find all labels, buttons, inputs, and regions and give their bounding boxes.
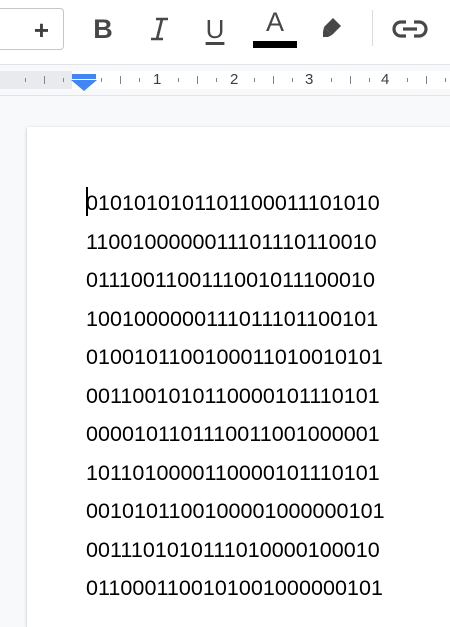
text-line: 0100101100100011010010101 (86, 345, 383, 369)
ruler-tick (445, 78, 447, 82)
text-line: 1001000000111011101100101 (86, 306, 379, 331)
ruler-margin (0, 71, 72, 89)
italic-icon (151, 17, 168, 41)
text-line: 0010101100100001000000101 (86, 499, 385, 523)
ruler-tick (349, 76, 351, 84)
ruler-number: 2 (230, 71, 239, 88)
first-line-indent-marker[interactable] (72, 74, 96, 79)
ruler-tick (426, 76, 428, 84)
plus-icon: + (33, 15, 49, 45)
left-indent-marker[interactable] (71, 80, 97, 91)
highlight-color-button[interactable] (312, 8, 352, 50)
ruler-tick (273, 76, 275, 84)
insert-link-button[interactable] (388, 8, 432, 50)
text-line: 0000101101110011001000001 (86, 422, 380, 446)
text-line: 0011101010111010000100010 (86, 537, 380, 562)
text-line: 0111001100111001011100010 (86, 268, 376, 292)
ruler-tick (196, 76, 198, 84)
increase-font-size-button[interactable]: + (0, 8, 64, 50)
ruler-tick (62, 78, 64, 82)
ruler-tick (407, 78, 409, 82)
underline-button[interactable]: U (196, 8, 234, 50)
ruler-tick (254, 78, 256, 82)
ruler-tick (101, 78, 103, 82)
link-icon (392, 20, 428, 38)
text-cursor (86, 187, 88, 216)
text-color-icon: A (265, 6, 284, 37)
bold-button[interactable]: B (84, 8, 122, 50)
horizontal-ruler[interactable]: 1 2 3 4 (0, 65, 450, 96)
ruler-number: 3 (305, 71, 314, 88)
italic-button[interactable] (140, 8, 178, 50)
ruler-number: 4 (381, 71, 390, 88)
text-line: 0011001010110000101110101 (86, 383, 380, 408)
text-color-button[interactable]: A (250, 8, 300, 50)
ruler-tick (139, 78, 141, 82)
text-line: 1011010000110000101110101 (86, 460, 380, 485)
highlight-icon (323, 18, 341, 37)
ruler-content-area (72, 71, 450, 89)
ruler-tick (43, 76, 45, 84)
text-line: 0101010101101100011101010 (86, 191, 380, 215)
text-line: 0110001100101001000000101 (86, 576, 383, 600)
ruler-tick (24, 78, 26, 82)
ruler-number: 1 (153, 71, 162, 88)
ruler-tick (120, 76, 122, 84)
ruler-tick (368, 78, 370, 82)
ruler-tick (215, 78, 217, 82)
ruler-tick (292, 78, 294, 82)
underline-icon: U (205, 13, 225, 44)
formatting-toolbar: + B U A (0, 0, 450, 65)
document-body[interactable]: 0101010101101100011101010 11001000000111… (86, 184, 385, 608)
ruler-tick (330, 78, 332, 82)
ruler-tick (177, 78, 179, 82)
text-line: 1100100000011101110110010 (86, 229, 377, 254)
toolbar-divider (372, 10, 373, 46)
bold-icon: B (93, 13, 113, 44)
text-color-swatch (253, 40, 297, 48)
